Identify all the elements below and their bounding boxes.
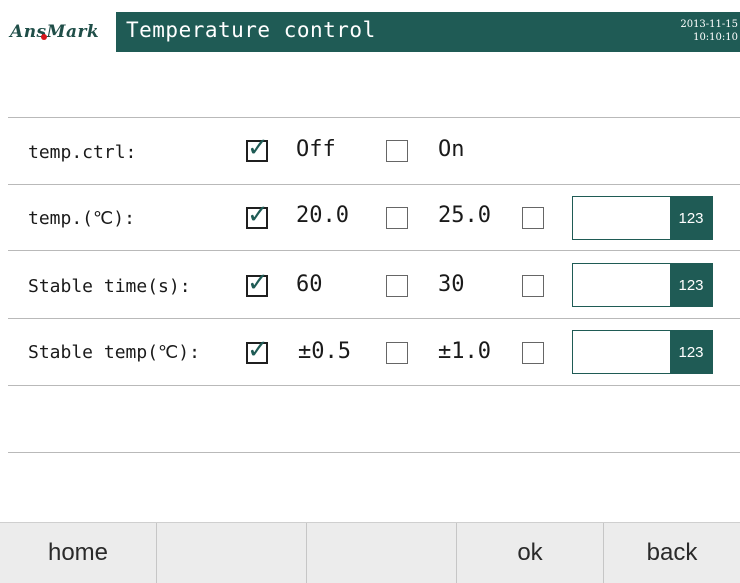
ok-button[interactable]: ok bbox=[457, 523, 604, 583]
checkmark-icon: ✓ bbox=[247, 335, 269, 365]
keypad-button[interactable]: 123 bbox=[670, 197, 712, 239]
logo-text: AnsMark bbox=[10, 22, 100, 42]
back-button[interactable]: back bbox=[604, 523, 740, 583]
setting-label: temp.ctrl: bbox=[28, 142, 137, 163]
home-button[interactable]: home bbox=[0, 523, 157, 583]
keypad-button[interactable]: 123 bbox=[670, 331, 712, 373]
option-value: Off bbox=[296, 137, 336, 162]
setting-row-stable-time: Stable time(s): ✓ 60 30 123 bbox=[0, 251, 740, 317]
option-checkbox-custom[interactable] bbox=[522, 342, 544, 364]
option-checkbox-30[interactable] bbox=[386, 275, 408, 297]
option-value: ±0.5 bbox=[298, 339, 351, 364]
brand-logo: AnsMark bbox=[8, 12, 116, 52]
option-checkbox-0-5[interactable]: ✓ bbox=[246, 335, 269, 365]
custom-stable-temp-input[interactable]: 123 bbox=[572, 330, 713, 374]
option-checkbox-off[interactable]: ✓ bbox=[246, 133, 269, 163]
date-text: 2013-11-15 bbox=[680, 19, 738, 30]
option-value: 60 bbox=[296, 272, 323, 297]
option-value: 25.0 bbox=[438, 203, 491, 228]
option-checkbox-25[interactable] bbox=[386, 207, 408, 229]
checkmark-icon: ✓ bbox=[247, 268, 269, 298]
setting-row-temp-ctrl: temp.ctrl: ✓ Off On bbox=[0, 118, 740, 184]
checkmark-icon: ✓ bbox=[247, 133, 269, 163]
option-checkbox-20[interactable]: ✓ bbox=[246, 200, 269, 230]
page-title: Temperature control bbox=[126, 18, 376, 42]
setting-row-temp: temp.(℃): ✓ 20.0 25.0 123 bbox=[0, 185, 740, 251]
logo-dot-icon bbox=[41, 34, 47, 40]
option-value: 30 bbox=[438, 272, 465, 297]
option-checkbox-60[interactable]: ✓ bbox=[246, 268, 269, 298]
blank-button-1[interactable] bbox=[157, 523, 307, 583]
setting-label: temp.(℃): bbox=[28, 208, 135, 229]
option-value: ±1.0 bbox=[438, 339, 491, 364]
time-text: 10:10:10 bbox=[693, 32, 738, 43]
checkmark-icon: ✓ bbox=[247, 200, 269, 230]
option-checkbox-custom[interactable] bbox=[522, 207, 544, 229]
footer-toolbar: home ok back bbox=[0, 522, 740, 583]
setting-label: Stable time(s): bbox=[28, 276, 191, 297]
datetime-display: 2013-11-15 10:10:10 bbox=[658, 18, 738, 44]
keypad-button[interactable]: 123 bbox=[670, 264, 712, 306]
setting-row-stable-temp: Stable temp(℃): ✓ ±0.5 ±1.0 123 bbox=[0, 319, 740, 385]
header: AnsMark Temperature control 2013-11-15 1… bbox=[0, 0, 740, 62]
custom-time-input[interactable]: 123 bbox=[572, 263, 713, 307]
option-value: On bbox=[438, 137, 465, 162]
title-bar: Temperature control 2013-11-15 10:10:10 bbox=[116, 12, 740, 52]
divider bbox=[8, 452, 740, 453]
option-value: 20.0 bbox=[296, 203, 349, 228]
option-checkbox-1-0[interactable] bbox=[386, 342, 408, 364]
divider bbox=[8, 385, 740, 386]
option-checkbox-on[interactable] bbox=[386, 140, 408, 162]
setting-label: Stable temp(℃): bbox=[28, 342, 200, 363]
custom-temp-input[interactable]: 123 bbox=[572, 196, 713, 240]
option-checkbox-custom[interactable] bbox=[522, 275, 544, 297]
blank-button-2[interactable] bbox=[307, 523, 457, 583]
